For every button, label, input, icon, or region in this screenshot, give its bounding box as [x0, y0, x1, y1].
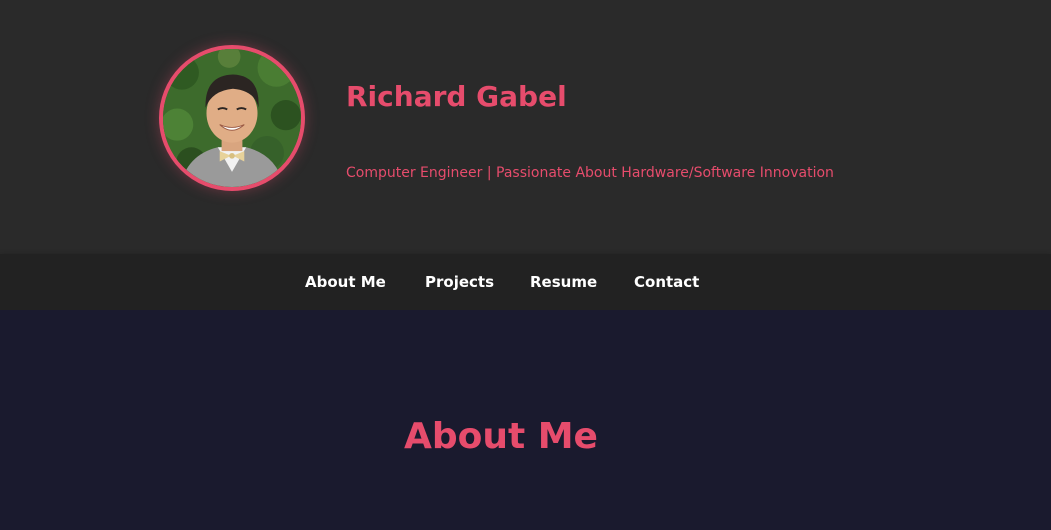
nav-link-about-me[interactable]: About Me	[305, 273, 386, 291]
profile-photo	[159, 45, 305, 191]
main-content: About Me	[0, 310, 1051, 530]
nav-link-projects[interactable]: Projects	[425, 273, 494, 291]
profile-photo-image	[163, 49, 301, 187]
hero-header: Richard Gabel Computer Engineer | Passio…	[0, 0, 1051, 254]
site-owner-name: Richard Gabel	[346, 80, 567, 113]
nav-link-resume[interactable]: Resume	[530, 273, 597, 291]
main-navigation: About Me Projects Resume Contact	[0, 254, 1051, 310]
nav-link-contact[interactable]: Contact	[634, 273, 699, 291]
tagline: Computer Engineer | Passionate About Har…	[346, 165, 834, 181]
about-me-heading: About Me	[404, 416, 598, 457]
